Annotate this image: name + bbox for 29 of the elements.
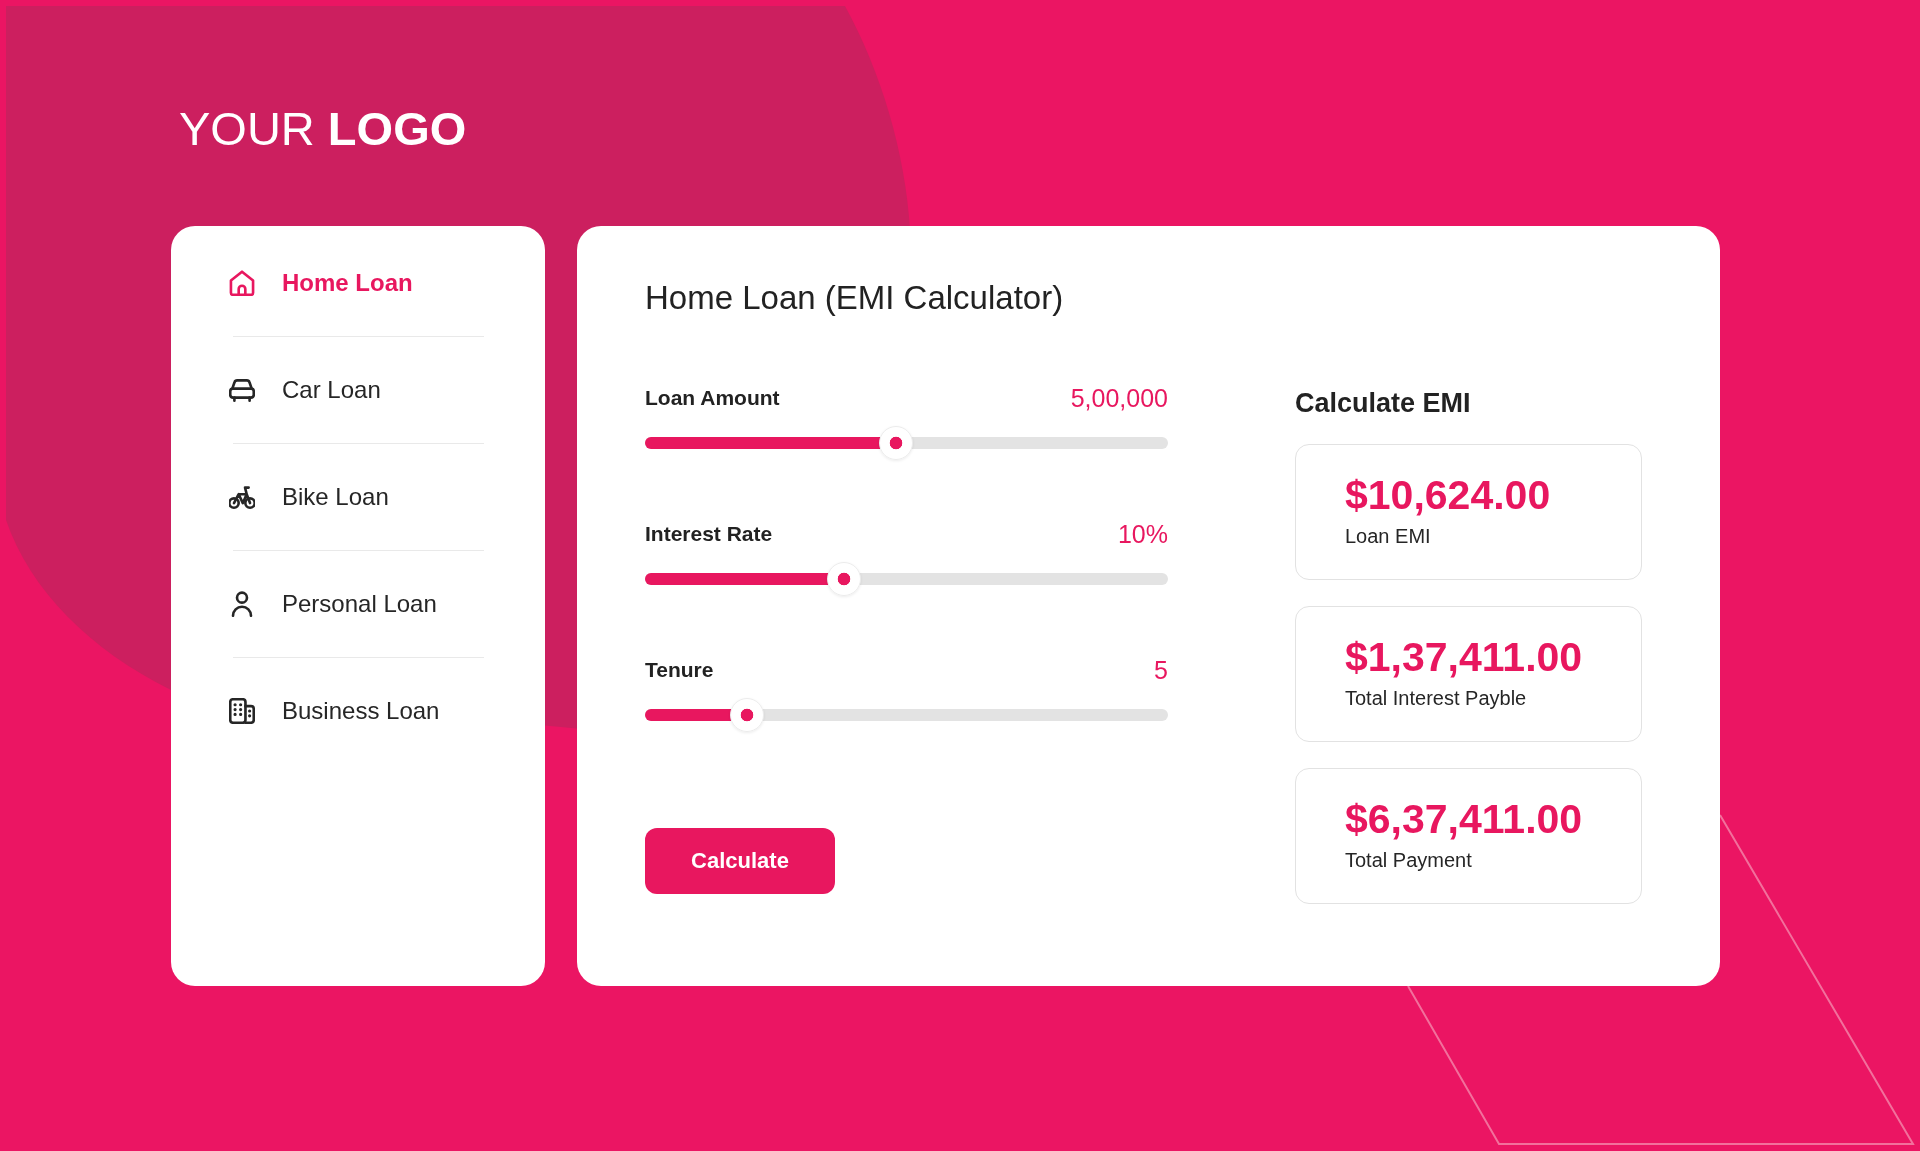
- slider-value: 5,00,000: [1070, 383, 1168, 413]
- slider-thumb[interactable]: [879, 426, 914, 460]
- result-amount: $10,624.00: [1345, 472, 1551, 518]
- result-amount: $1,37,411.00: [1345, 634, 1583, 680]
- home-icon: [229, 270, 255, 296]
- results-title: Calculate EMI: [1295, 387, 1471, 420]
- slider-value: 5: [1154, 655, 1168, 685]
- slider-thumb[interactable]: [826, 562, 861, 596]
- sidebar-item[interactable]: Bike Loan: [229, 482, 389, 512]
- calculate-button[interactable]: Calculate: [645, 828, 835, 894]
- slider-label: Tenure: [645, 657, 714, 683]
- bicycle-icon: [229, 484, 255, 510]
- slider-label: Loan Amount: [645, 385, 780, 411]
- sidebar-item[interactable]: Home Loan: [229, 268, 413, 298]
- person-icon: [229, 591, 255, 617]
- result-amount: $6,37,411.00: [1345, 796, 1583, 842]
- brand-logo: YOUR LOGO: [179, 105, 467, 152]
- slider-label: Interest Rate: [645, 521, 773, 547]
- slider-thumb[interactable]: [730, 698, 764, 732]
- result-label: Loan EMI: [1345, 524, 1431, 549]
- result-label: Total Interest Payble: [1345, 686, 1527, 711]
- sidebar-item[interactable]: Business Loan: [229, 696, 440, 726]
- calculator-title: Home Loan (EMI Calculator): [645, 279, 1064, 317]
- result-label: Total Payment: [1345, 848, 1472, 873]
- slider-value: 10%: [1117, 519, 1168, 549]
- sidebar-item[interactable]: Car Loan: [229, 375, 381, 405]
- car-icon: [229, 377, 255, 403]
- sidebar-item[interactable]: Personal Loan: [229, 589, 437, 619]
- building-icon: [229, 698, 255, 724]
